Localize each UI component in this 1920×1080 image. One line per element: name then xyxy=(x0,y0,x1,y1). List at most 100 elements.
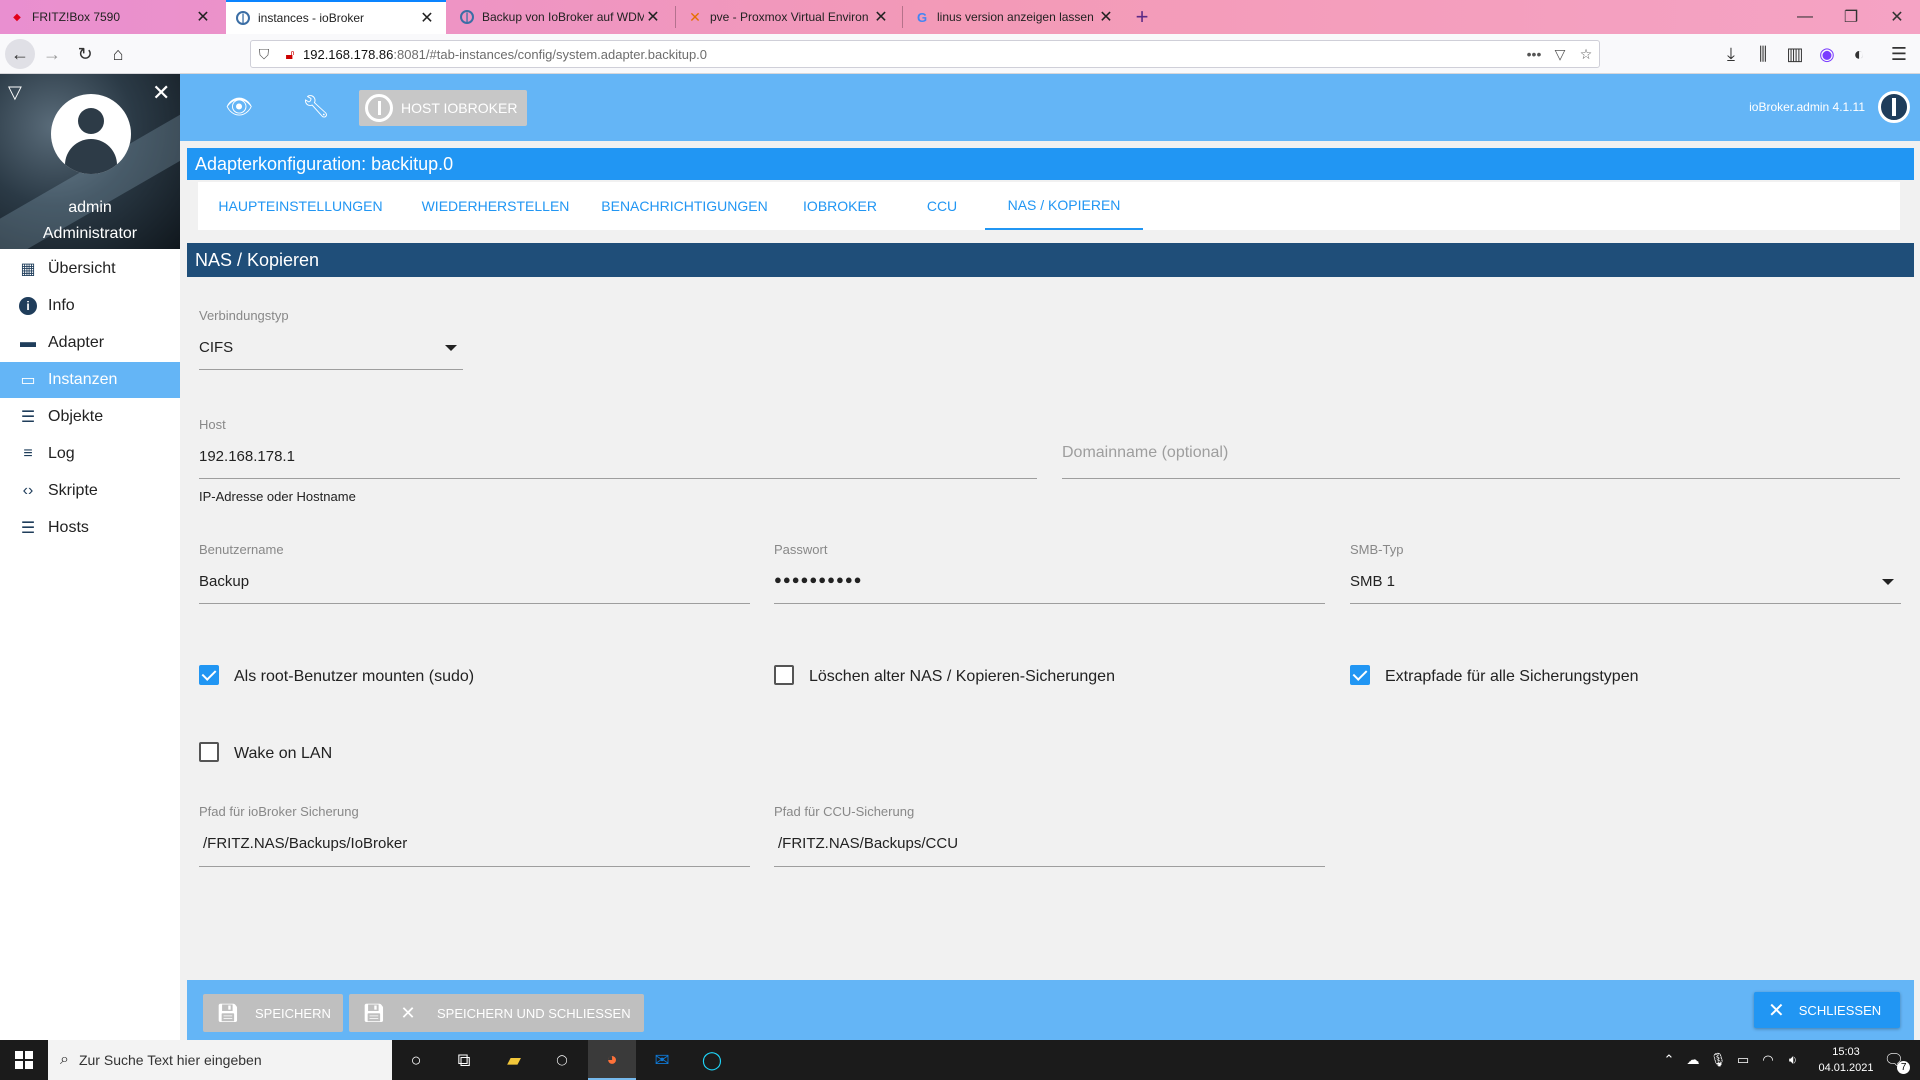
delete-old-backups-checkbox[interactable] xyxy=(774,665,794,685)
sudo-mount-checkbox[interactable] xyxy=(199,665,219,685)
download-icon[interactable]: ⤓ xyxy=(1716,39,1746,69)
restore-window-icon[interactable]: ❐ xyxy=(1828,0,1874,34)
menu-triangle-icon[interactable]: ▽ xyxy=(8,82,22,103)
instances-icon: ▭ xyxy=(20,372,36,389)
close-sidebar-icon[interactable]: ✕ xyxy=(152,80,170,106)
close-tab-icon[interactable]: ✕ xyxy=(644,7,662,27)
alexa-icon[interactable]: ◯ xyxy=(688,1040,736,1080)
close-button[interactable]: ✕ SCHLIESSEN xyxy=(1754,992,1900,1028)
eye-icon[interactable]: 👁︎ xyxy=(224,92,254,122)
tab-benachrichtigungen[interactable]: BENACHRICHTIGUNGEN xyxy=(588,182,781,230)
shield-icon[interactable]: ⛉ xyxy=(251,41,277,67)
host-hint: IP-Adresse oder Hostname xyxy=(199,489,356,504)
avatar-head xyxy=(78,108,104,134)
home-icon[interactable]: ⌂ xyxy=(103,39,133,69)
username-input[interactable]: Backup xyxy=(199,573,750,595)
close-tab-icon[interactable]: ✕ xyxy=(872,7,890,27)
sidebar-item-info[interactable]: i Info xyxy=(0,288,180,324)
field-underline xyxy=(1062,478,1900,479)
host-iobroker-button[interactable]: HOST IOBROKER xyxy=(359,90,527,126)
wake-on-lan-label[interactable]: Wake on LAN xyxy=(234,745,332,763)
account-icon[interactable]: ◉ xyxy=(1812,39,1842,69)
sudo-mount-label[interactable]: Als root-Benutzer mounten (sudo) xyxy=(234,668,474,686)
menu-icon[interactable]: ☰ xyxy=(1884,39,1914,69)
browser-tab[interactable]: | Backup von IoBroker auf WDM ✕ xyxy=(450,0,672,34)
tab-iobroker[interactable]: IOBROKER xyxy=(781,182,899,230)
wifi-icon[interactable]: ◠ xyxy=(1756,1040,1780,1080)
new-tab-button[interactable]: + xyxy=(1130,0,1154,34)
browser-tab[interactable]: ◆ FRITZ!Box 7590 ✕ xyxy=(0,0,222,34)
sidebar-item-log[interactable]: ≡ Log xyxy=(0,436,180,472)
extra-paths-checkbox[interactable] xyxy=(1350,665,1370,685)
save-button[interactable]: 💾︎ SPEICHERN xyxy=(203,994,343,1032)
wake-on-lan-checkbox[interactable] xyxy=(199,742,219,762)
connection-type-select[interactable]: CIFS xyxy=(199,339,463,361)
browser-tab[interactable]: G linus version anzeigen lassen - ✕ xyxy=(905,0,1125,34)
forward-arrow-icon[interactable]: → xyxy=(37,39,67,69)
sidebar-item-objekte[interactable]: ☰ Objekte xyxy=(0,399,180,435)
wrench-icon[interactable]: 🔧︎ xyxy=(301,92,331,122)
iobroker-path-input[interactable]: /FRITZ.NAS/Backups/IoBroker xyxy=(203,835,750,857)
taskbar-search-input[interactable]: ⌕ Zur Suche Text hier eingeben xyxy=(48,1040,392,1080)
browser-tab[interactable]: ✕ pve - Proxmox Virtual Environ ✕ xyxy=(678,0,900,34)
sidebar-item-uebersicht[interactable]: ▦ Übersicht xyxy=(0,251,180,287)
close-tab-icon[interactable]: ✕ xyxy=(1097,7,1115,27)
password-input[interactable]: ●●●●●●●●●● xyxy=(774,572,1325,594)
task-view-icon[interactable]: ⧉ xyxy=(440,1040,488,1080)
back-arrow-icon[interactable]: ← xyxy=(5,39,35,69)
sidebar-item-skripte[interactable]: ‹› Skripte xyxy=(0,473,180,509)
cortana-icon[interactable]: ○ xyxy=(392,1040,440,1080)
battery-icon[interactable]: ▭ xyxy=(1730,1040,1756,1080)
tab-separator xyxy=(902,6,903,28)
library-icon[interactable]: ⫼ xyxy=(1748,39,1778,69)
tray-expand-icon[interactable]: ⌃ xyxy=(1658,1040,1680,1080)
save-button-label: SPEICHERN xyxy=(255,1005,331,1021)
sidebar-item-instanzen[interactable]: ▭ Instanzen xyxy=(0,362,180,398)
file-explorer-icon[interactable]: ▰ xyxy=(490,1040,538,1080)
tab-haupteinstellungen[interactable]: HAUPTEINSTELLUNGEN xyxy=(198,182,403,230)
volume-icon[interactable]: 🔉︎ xyxy=(1780,1040,1806,1080)
reload-icon[interactable]: ↻ xyxy=(70,39,100,69)
close-tab-icon[interactable]: ✕ xyxy=(418,8,436,28)
tab-ccu[interactable]: CCU xyxy=(899,182,985,230)
iobroker-logo-icon xyxy=(1878,91,1910,123)
smb-type-select[interactable]: SMB 1 xyxy=(1350,573,1901,595)
microphone-icon[interactable]: 🎙︎ xyxy=(1706,1040,1730,1080)
windows-start-button[interactable] xyxy=(0,1040,48,1080)
delete-old-backups-label[interactable]: Löschen alter NAS / Kopieren-Sicherungen xyxy=(809,668,1115,686)
firefox-icon[interactable]: ◕ xyxy=(588,1040,636,1080)
insecure-lock-icon[interactable]: 🔓︎ xyxy=(277,41,303,67)
more-actions-icon[interactable]: ••• xyxy=(1521,41,1547,67)
tab-nas-kopieren[interactable]: NAS / KOPIEREN xyxy=(985,182,1143,230)
domain-input[interactable]: Domainname (optional) xyxy=(1062,444,1900,468)
close-tab-icon[interactable]: ✕ xyxy=(194,7,212,27)
tab-title: linus version anzeigen lassen - xyxy=(937,10,1097,24)
extension-icon[interactable]: ◐ xyxy=(1844,39,1874,69)
bookmark-star-icon[interactable]: ☆ xyxy=(1573,41,1599,67)
tab-wiederherstellen[interactable]: WIEDERHERSTELLEN xyxy=(403,182,588,230)
sidebar-item-adapter[interactable]: ▬ Adapter xyxy=(0,325,180,361)
notification-center-icon[interactable]: 🗨︎ 7 xyxy=(1874,1040,1914,1080)
pocket-icon[interactable]: ▽ xyxy=(1547,41,1573,67)
host-input[interactable]: 192.168.178.1 xyxy=(199,448,1037,470)
connection-type-label: Verbindungstyp xyxy=(199,308,289,323)
dell-icon[interactable]: ◯ xyxy=(538,1040,586,1080)
ccu-path-input[interactable]: /FRITZ.NAS/Backups/CCU xyxy=(778,835,1325,857)
search-placeholder: Zur Suche Text hier eingeben xyxy=(78,1052,262,1068)
sidebar: ▽ ✕ admin Administrator ▦ Übersicht i In… xyxy=(0,74,180,1040)
list-icon: ☰ xyxy=(20,409,36,426)
close-window-icon[interactable]: ✕ xyxy=(1874,0,1920,34)
minimize-window-icon[interactable]: — xyxy=(1782,0,1828,34)
sidebar-toggle-icon[interactable]: ▥ xyxy=(1780,39,1810,69)
sidebar-item-hosts[interactable]: ☰ Hosts xyxy=(0,510,180,546)
outlook-icon[interactable]: ✉ xyxy=(638,1040,686,1080)
taskbar-clock[interactable]: 15:03 04.01.2021 xyxy=(1816,1044,1876,1076)
chevron-down-icon[interactable] xyxy=(445,345,457,351)
onedrive-icon[interactable]: ☁ xyxy=(1680,1040,1706,1080)
save-and-close-button[interactable]: 💾︎ ✕ SPEICHERN UND SCHLIESSEN xyxy=(349,994,644,1032)
url-bar[interactable]: ⛉ 🔓︎ 192.168.178.86 :8081/#tab-instances… xyxy=(250,40,1600,68)
browser-tab-active[interactable]: | instances - ioBroker ✕ xyxy=(226,0,446,34)
extra-paths-label[interactable]: Extrapfade für alle Sicherungstypen xyxy=(1385,668,1638,686)
chevron-down-icon[interactable] xyxy=(1882,579,1894,585)
avatar-body xyxy=(65,139,117,174)
